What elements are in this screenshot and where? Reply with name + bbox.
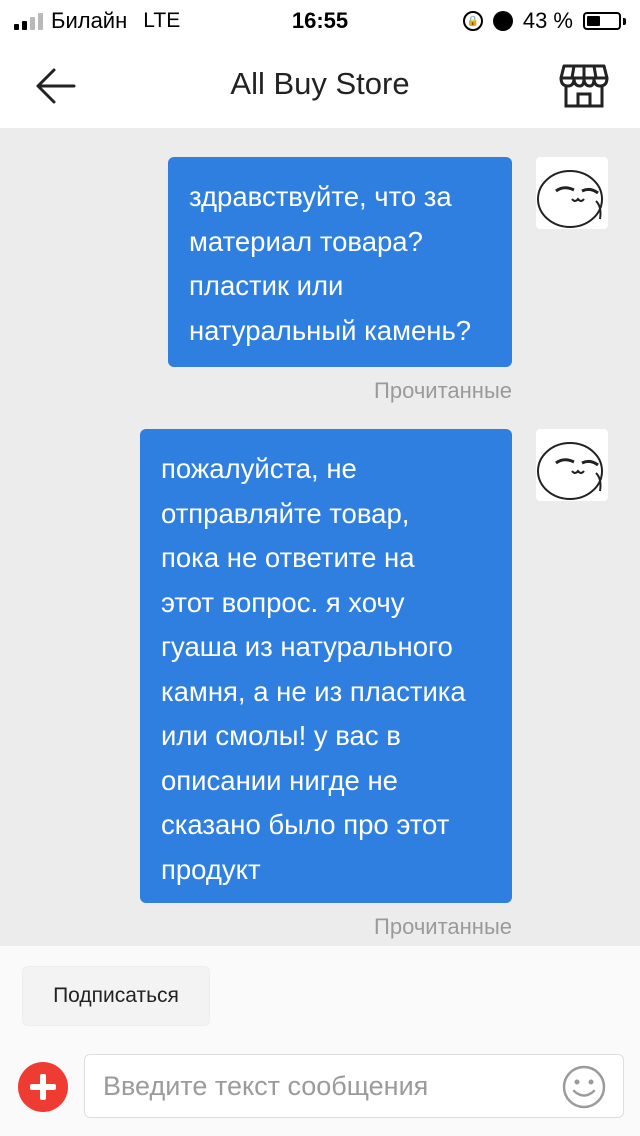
message-line: отправляйте товар, [161,497,410,529]
message-line: или смолы! у вас в [161,720,401,751]
battery-icon [583,12,626,30]
battery-percent: 43 % [522,8,573,33]
page-title: All Buy Store [230,66,410,101]
smiley-icon [562,1065,606,1109]
message-line: пожалуйста, не [161,453,357,484]
message-line: материал товара? [189,225,423,257]
add-attachment-button[interactable] [18,1062,68,1112]
chat-header: All Buy Store [0,42,640,128]
emoji-button[interactable] [561,1064,607,1110]
avatar[interactable] [536,157,608,229]
storefront-icon [559,64,609,108]
status-bar: Билайн LTE 16:55 🔒 43 % [0,0,640,42]
chat-area[interactable]: здравствуйте, что за материал товара? пл… [0,128,640,946]
message-line: натуральный камень? [189,314,472,346]
status-right: 🔒 43 % [462,8,626,34]
message-bubble: пожалуйста, не отправляйте товар, пока н… [140,429,512,903]
read-status: Прочитанные [374,378,512,403]
alarm-icon [492,11,513,31]
subscribe-button[interactable]: Подписаться [22,966,210,1026]
meme-face-avatar-icon [537,170,603,228]
message-input[interactable] [103,1055,543,1117]
message-line: камня, а не из пластика [161,675,466,707]
message-line: здравствуйте, что за [189,181,452,212]
message-input-box[interactable] [84,1054,624,1118]
meme-face-avatar-icon [537,442,603,500]
message-line: продукт [161,853,261,885]
message-line: этот вопрос. я хочу [161,586,405,618]
store-button[interactable] [558,62,610,110]
message-line: сказано было про этот [161,809,450,840]
avatar[interactable] [536,429,608,501]
message-line: описании нигде не [161,764,398,796]
message-line: гуаша из натурального [161,631,453,662]
message-input-bar [0,1040,640,1136]
rotation-lock-icon: 🔒 [462,11,483,31]
message-line: пока не ответите на [161,542,415,573]
message-bubble: здравствуйте, что за материал товара? пл… [168,157,512,367]
message-line: пластик или [189,270,344,301]
battery-fill [587,16,600,26]
read-status: Прочитанные [374,914,512,939]
quick-actions: Подписаться [0,946,640,1040]
